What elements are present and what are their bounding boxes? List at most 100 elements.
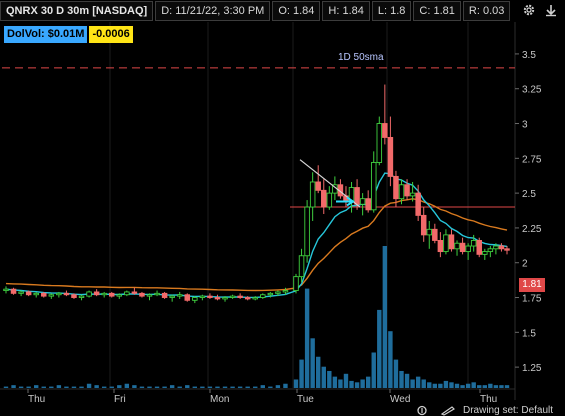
candle-body (304, 206, 310, 257)
scroll-icon[interactable] (415, 405, 429, 416)
candle-body (476, 239, 482, 255)
volume-bar (94, 385, 99, 388)
y-tick-label: 3.25 (522, 85, 542, 96)
volume-bar (101, 386, 107, 388)
candle-body (370, 162, 377, 211)
volume-bar (132, 385, 137, 388)
volume-bar (169, 385, 175, 388)
x-tick-label: Mon (210, 394, 229, 405)
volume-bar (421, 379, 426, 388)
candle-body (86, 291, 92, 297)
volume-bar (432, 383, 438, 388)
y-tick-label: 1.5 (522, 328, 536, 339)
candle-body (498, 245, 505, 250)
volume-bar (371, 352, 376, 388)
candle-body (161, 292, 168, 298)
volume-bar (488, 383, 493, 388)
volume-bar (482, 385, 487, 388)
candle-body (199, 295, 206, 298)
volume-bar (260, 385, 265, 388)
candle-body (382, 123, 388, 138)
candle-body (387, 136, 394, 177)
symbol-label[interactable]: QNRX 30 D 30m [NASDAQ] (0, 1, 154, 21)
volume-bar (253, 386, 258, 388)
candle-body (454, 242, 460, 250)
collapse-arrow-icon[interactable] (545, 3, 557, 17)
y-tick-label: 2 (522, 259, 528, 270)
candle-body (482, 251, 488, 255)
candle-body (176, 294, 183, 297)
candle-body (10, 288, 17, 294)
candle-body (33, 292, 39, 296)
gear-icon[interactable] (522, 3, 536, 17)
candle-body (376, 123, 383, 163)
x-tick-label: Tue (297, 394, 314, 405)
candle-body (267, 292, 274, 296)
candle-body (504, 248, 510, 251)
slow-moving-average-line (5, 198, 508, 292)
volume-bar (86, 383, 92, 388)
volume-bar (393, 359, 399, 388)
candle-body (71, 294, 77, 298)
volume-bar (388, 331, 393, 388)
drawing-tool-icon[interactable] (440, 405, 456, 416)
close-value: C: 1.81 (413, 1, 461, 21)
y-tick-label: 2.75 (522, 154, 542, 165)
volume-bar (299, 359, 304, 388)
chart-window: 3.5 3.25 3 2.75 2.5 2.25 2 1.75 1.5 1.25 Thu Fri Mon… (0, 0, 565, 416)
volume-bar (360, 379, 365, 388)
volume-bar (343, 373, 349, 388)
candle-body (432, 228, 438, 241)
volume-bar (41, 386, 46, 388)
candle-body (18, 291, 24, 294)
study-tags: DolVol: $0.01M -0.0006 (4, 26, 135, 43)
candle-body (437, 239, 444, 253)
volume-bar (230, 386, 235, 388)
volume-bar (449, 382, 454, 388)
dolvol-tag[interactable]: DolVol: $0.01M (4, 26, 88, 43)
x-tick-label: Thu (28, 394, 45, 405)
volume-bar (354, 382, 360, 388)
price-chart[interactable]: 3.5 3.25 3 2.75 2.5 2.25 2 1.75 1.5 1.25 Thu Fri Mon… (0, 0, 565, 416)
volume-bar (207, 386, 213, 388)
candle-body (131, 291, 138, 294)
candle-body (124, 291, 130, 296)
volume-bar (3, 386, 9, 388)
volume-bar (162, 386, 167, 388)
candle-body (298, 255, 305, 278)
volume-bar (222, 386, 228, 388)
volume-bar (11, 385, 16, 388)
candle-body (237, 295, 243, 298)
drawing-set-label[interactable]: Drawing set: Default (463, 405, 553, 416)
candle-body (192, 297, 198, 301)
candle-body (398, 184, 405, 200)
volume-bar (499, 385, 504, 388)
candle-body (326, 192, 333, 208)
candle-body (214, 297, 221, 300)
candle-body (275, 291, 281, 294)
volume-bar (71, 386, 77, 388)
y-tick-label: 3.5 (522, 50, 536, 61)
x-tick-label: Wed (390, 394, 410, 405)
volume-bar (465, 383, 471, 388)
volume-bar (26, 386, 31, 388)
volume-bar (64, 386, 69, 388)
volume-bar (504, 385, 510, 388)
candle-body (420, 214, 427, 236)
volume-bar (443, 380, 449, 388)
candle-body (3, 288, 9, 292)
volume-bar (399, 370, 404, 388)
candle-body (321, 189, 327, 208)
volume-bar (477, 385, 482, 388)
candle-body (309, 181, 316, 208)
y-tick-label: 1.75 (522, 294, 542, 305)
candle-body (359, 198, 366, 205)
quote-header: QNRX 30 D 30m [NASDAQ] D: 11/21/22, 3:30… (0, 0, 515, 22)
change-tag[interactable]: -0.0006 (89, 26, 133, 43)
volume-bar (365, 376, 371, 388)
candle-body (354, 187, 360, 205)
candle-body (404, 184, 410, 197)
candle-body (252, 297, 258, 300)
volume-bar (349, 380, 354, 388)
volume-bar (310, 338, 315, 388)
